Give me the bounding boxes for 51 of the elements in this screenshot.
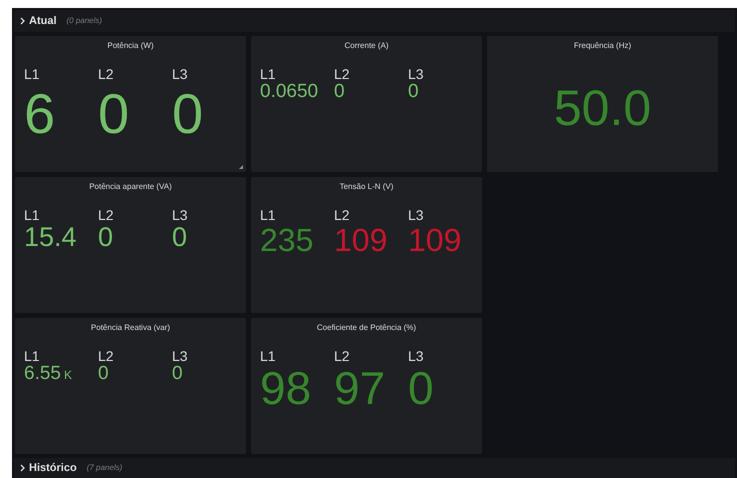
phase-label: L1 <box>24 66 40 82</box>
phase-label: L1 <box>24 348 40 364</box>
row-title[interactable]: Histórico <box>29 460 77 476</box>
panel-count: (0 panels) <box>66 14 102 27</box>
stat-value: 0 <box>98 364 109 384</box>
phase-label: L3 <box>172 348 188 364</box>
phase-label: L3 <box>172 66 188 82</box>
panel-title[interactable]: Potência aparente (VA) <box>89 180 172 193</box>
stat-value: 0.0650 <box>260 82 318 102</box>
phase-label: L1 <box>24 206 40 223</box>
phase-label: L1 <box>260 66 276 82</box>
resize-handle-icon[interactable] <box>239 164 243 169</box>
stat-value: 6 <box>24 86 56 142</box>
stat-value: 15.4 <box>24 222 77 251</box>
phase-label: L2 <box>98 66 114 82</box>
panel-count: (7 panels) <box>86 462 122 474</box>
phase-label: L2 <box>334 348 350 364</box>
stat-value: 109 <box>334 222 388 257</box>
stat-value: 109 <box>408 222 462 257</box>
phase-label: L3 <box>408 206 424 223</box>
stat-value: 97 <box>334 364 386 412</box>
stat-value: 6.55 K <box>24 364 72 385</box>
stat-value: 0 <box>408 82 419 102</box>
phase-label: L2 <box>98 206 114 223</box>
panel-title[interactable]: Tensão L-N (V) <box>340 180 394 193</box>
stat-value: 235 <box>260 222 314 257</box>
phase-label: L3 <box>408 348 424 364</box>
phase-label: L2 <box>334 206 350 223</box>
panel-title[interactable]: Frequência (Hz) <box>574 40 632 52</box>
phase-label: L3 <box>408 66 424 82</box>
stat-value: 0 <box>172 86 204 142</box>
row-title[interactable]: Atual <box>29 12 56 30</box>
stat-value: 0 <box>98 222 114 251</box>
chevron-icon[interactable] <box>20 16 25 25</box>
stat-value: 98 <box>260 364 312 412</box>
panel-title[interactable]: Corrente (A) <box>344 40 388 52</box>
stat-value: 50.0 <box>554 82 652 133</box>
panel-title[interactable]: Potência Reativa (var) <box>90 322 170 334</box>
stat-value: 0 <box>408 364 434 412</box>
phase-label: L2 <box>334 66 350 82</box>
panel-title[interactable]: Coeficiente de Potência (%) <box>316 322 416 334</box>
phase-label: L3 <box>172 206 188 223</box>
panel-title[interactable]: Potência (W) <box>107 40 154 52</box>
phase-label: L2 <box>98 348 114 364</box>
stat-value: 0 <box>172 364 183 384</box>
stat-value: 0 <box>98 86 130 142</box>
phase-label: L1 <box>260 206 276 223</box>
stat-value: 0 <box>334 82 345 102</box>
chevron-icon[interactable] <box>20 464 25 472</box>
stat-value: 0 <box>172 222 188 251</box>
phase-label: L1 <box>260 348 276 364</box>
